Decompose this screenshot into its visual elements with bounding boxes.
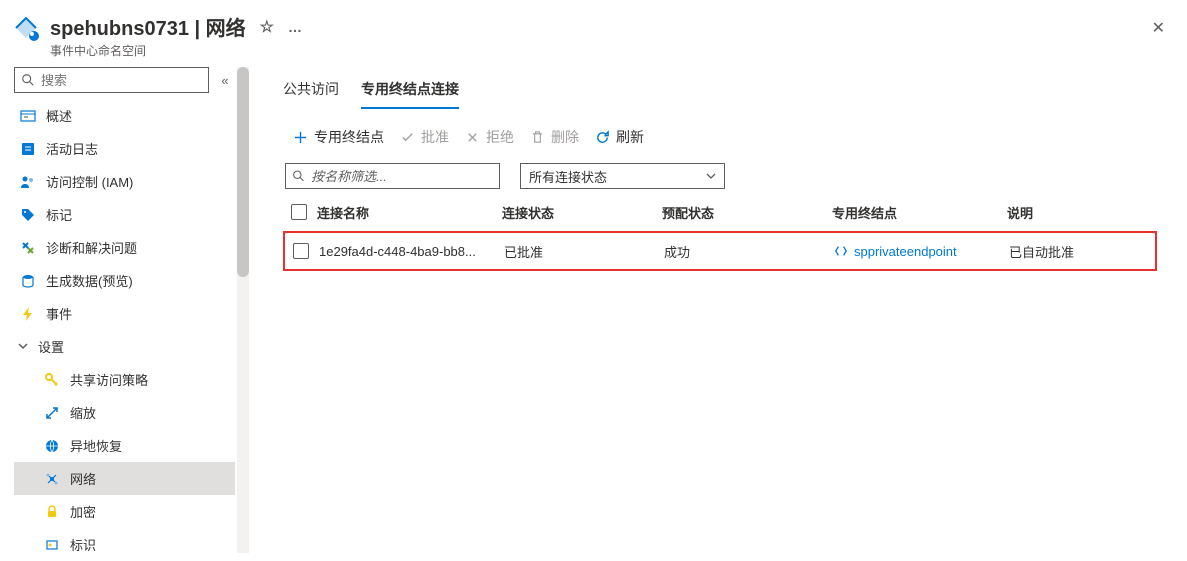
collapse-sidebar-icon[interactable]: «	[215, 70, 235, 90]
col-endpoint[interactable]: 专用终结点	[832, 203, 1007, 222]
col-description[interactable]: 说明	[1007, 203, 1149, 222]
col-connection-state[interactable]: 连接状态	[502, 203, 662, 222]
refresh-button[interactable]: 刷新	[595, 127, 644, 147]
close-icon[interactable]: ✕	[1152, 18, 1165, 38]
plus-icon	[293, 130, 308, 145]
chevron-down-icon	[18, 339, 30, 354]
cell-connection-state: 已批准	[504, 242, 664, 261]
sidebar-scrollbar[interactable]	[235, 67, 253, 553]
network-icon	[44, 471, 60, 487]
chevron-down-icon	[706, 171, 716, 181]
sidebar-item-network[interactable]: 网络	[14, 462, 235, 495]
sidebar-item-iam[interactable]: 访问控制 (IAM)	[14, 165, 235, 198]
x-icon	[465, 130, 480, 145]
search-icon	[21, 73, 35, 87]
activity-log-icon	[20, 141, 36, 157]
check-icon	[400, 130, 415, 145]
add-endpoint-button[interactable]: 专用终结点	[293, 127, 384, 147]
sidebar-item-identity[interactable]: 标识	[14, 528, 235, 561]
more-menu-icon[interactable]: …	[288, 19, 303, 35]
scale-icon	[44, 405, 60, 421]
endpoint-link[interactable]: spprivateendpoint	[854, 244, 957, 259]
sidebar-search-input[interactable]	[14, 67, 209, 93]
page-title: spehubns0731 | 网络	[50, 12, 246, 41]
database-icon	[20, 273, 36, 289]
iam-icon	[20, 174, 36, 190]
sidebar-item-diagnose[interactable]: 诊断和解决问题	[14, 231, 235, 264]
approve-button[interactable]: 批准	[400, 127, 449, 147]
cell-connection-name: 1e29fa4d-c448-4ba9-bb8...	[319, 244, 504, 259]
sidebar-item-events[interactable]: 事件	[14, 297, 235, 330]
page-subtitle: 事件中心命名空间	[50, 42, 1167, 59]
resource-icon	[12, 14, 40, 42]
reject-button[interactable]: 拒绝	[465, 127, 514, 147]
cell-provision-state: 成功	[664, 242, 834, 261]
refresh-icon	[595, 130, 610, 145]
table-row[interactable]: 1e29fa4d-c448-4ba9-bb8... 已批准 成功 sppriva…	[283, 231, 1157, 271]
table-header: 连接名称 连接状态 预配状态 专用终结点 说明	[283, 193, 1157, 231]
filter-name-input[interactable]	[285, 163, 500, 189]
cell-description: 已自动批准	[1009, 242, 1147, 261]
sidebar-item-generate-data[interactable]: 生成数据(预览)	[14, 264, 235, 297]
identity-icon	[44, 537, 60, 553]
trash-icon	[530, 130, 545, 145]
tab-private-endpoint[interactable]: 专用终结点连接	[361, 79, 459, 109]
col-provision-state[interactable]: 预配状态	[662, 203, 832, 222]
lock-icon	[44, 504, 60, 520]
row-checkbox[interactable]	[293, 243, 309, 259]
col-connection-name[interactable]: 连接名称	[317, 203, 502, 222]
sidebar-item-activity[interactable]: 活动日志	[14, 132, 235, 165]
key-icon	[44, 372, 60, 388]
sidebar-item-scale[interactable]: 缩放	[14, 396, 235, 429]
globe-icon	[44, 438, 60, 454]
sidebar-item-tags[interactable]: 标记	[14, 198, 235, 231]
favorite-star-icon[interactable]: ☆	[260, 17, 274, 37]
tab-public-access[interactable]: 公共访问	[283, 79, 339, 109]
sidebar-item-shared-access[interactable]: 共享访问策略	[14, 363, 235, 396]
endpoint-icon	[834, 244, 848, 258]
overview-icon	[20, 108, 36, 124]
select-all-checkbox[interactable]	[291, 204, 307, 220]
filter-state-dropdown[interactable]: 所有连接状态	[520, 163, 725, 189]
tag-icon	[20, 207, 36, 223]
sidebar-group-settings[interactable]: 设置	[14, 330, 235, 363]
sidebar-item-geo-recovery[interactable]: 异地恢复	[14, 429, 235, 462]
diagnose-icon	[20, 240, 36, 256]
lightning-icon	[20, 306, 36, 322]
delete-button[interactable]: 删除	[530, 127, 579, 147]
search-icon	[292, 169, 305, 183]
sidebar-item-encrypt[interactable]: 加密	[14, 495, 235, 528]
sidebar-item-overview[interactable]: 概述	[14, 99, 235, 132]
